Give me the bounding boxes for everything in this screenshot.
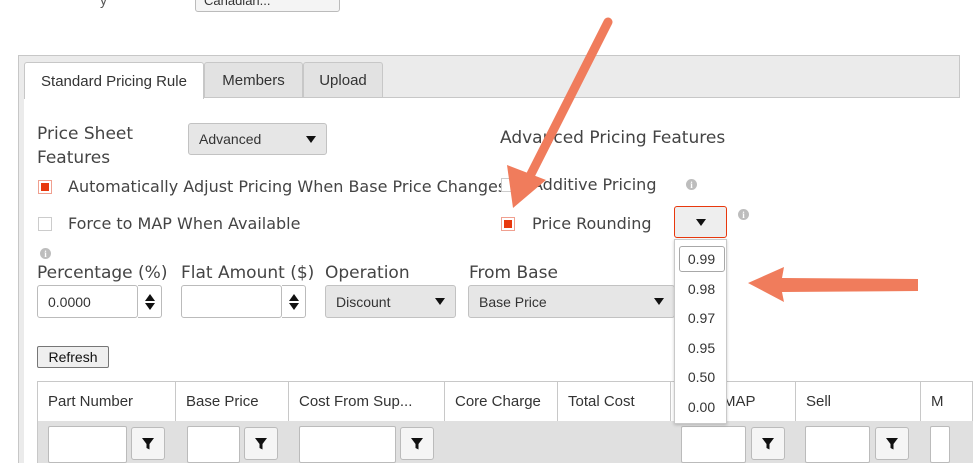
- annotation-arrows: [507, 17, 918, 302]
- arrow-down-left: [507, 17, 613, 208]
- arrow-left: [748, 267, 918, 302]
